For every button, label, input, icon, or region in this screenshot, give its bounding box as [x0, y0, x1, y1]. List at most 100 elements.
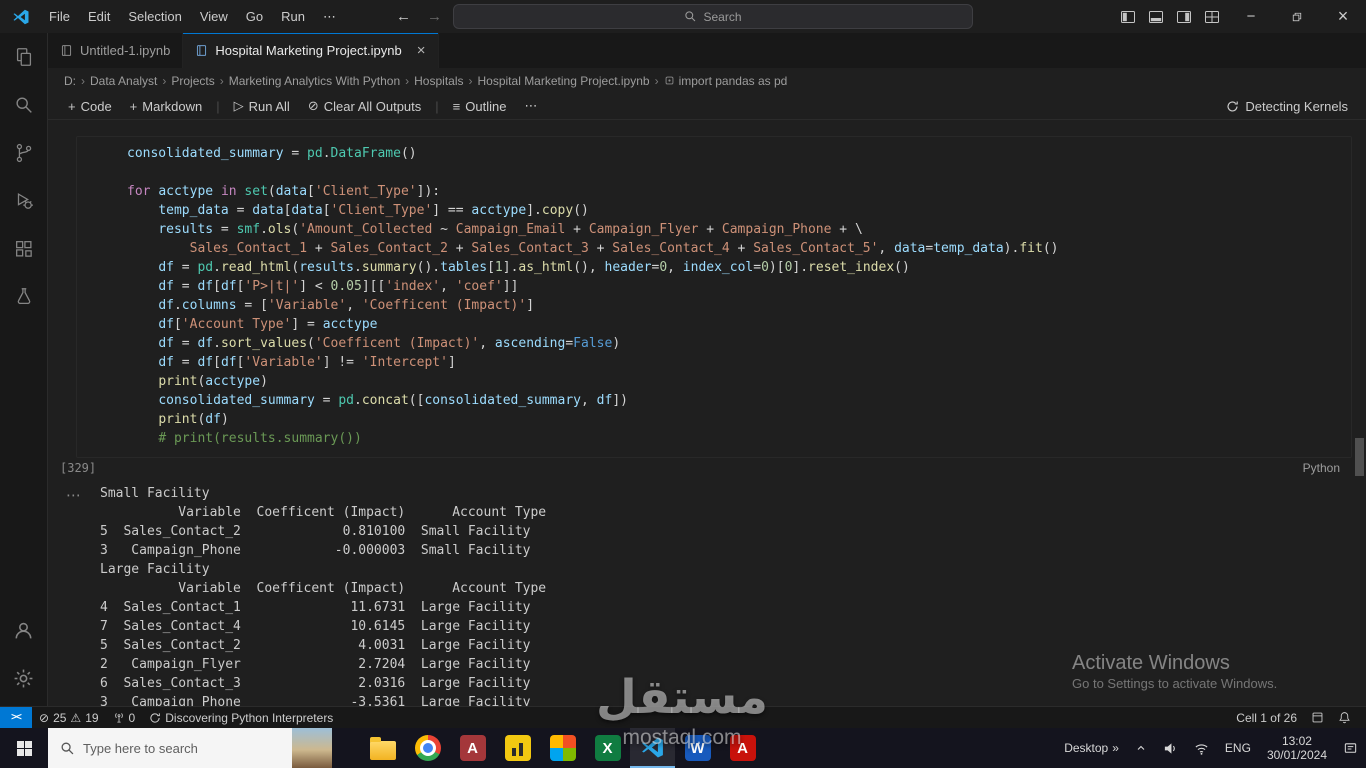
toggle-secondary-sidebar-icon[interactable] [1176, 9, 1192, 25]
menu-more[interactable]: ⋯ [314, 6, 345, 28]
powerbi-icon[interactable] [495, 728, 540, 768]
customize-layout-icon[interactable] [1204, 9, 1220, 25]
add-code-cell-button[interactable]: + Code [60, 94, 120, 118]
run-debug-icon[interactable] [0, 177, 48, 225]
breadcrumb-item[interactable]: Marketing Analytics With Python [229, 74, 400, 88]
add-markdown-cell-button[interactable]: + Markdown [122, 94, 211, 118]
menu-file[interactable]: File [40, 6, 79, 28]
forward-icon[interactable]: → [427, 8, 442, 25]
excel-icon[interactable]: X [585, 728, 630, 768]
clock[interactable]: 13:02 30/01/2024 [1259, 734, 1335, 762]
cell-position-indicator[interactable]: Cell 1 of 26 [1229, 707, 1304, 729]
menu-run[interactable]: Run [272, 6, 314, 28]
language-indicator[interactable]: ENG [1217, 728, 1259, 768]
window-controls: − × [1228, 0, 1366, 33]
ports-indicator[interactable]: 0 [106, 707, 143, 729]
breadcrumb-item[interactable]: Hospitals [414, 74, 463, 88]
output-line: Variable Coefficent (Impact) Account Typ… [100, 505, 547, 520]
remote-indicator[interactable]: >< [0, 706, 32, 729]
word-glyph: W [684, 735, 711, 761]
breadcrumb-item[interactable]: Data Analyst [90, 74, 157, 88]
colorful-app-icon[interactable] [540, 728, 585, 768]
file-explorer-icon[interactable] [360, 728, 405, 768]
hidden-icons-chevron[interactable] [1127, 728, 1155, 768]
code-line: results = smf.ols('Amount_Collected ~ Ca… [158, 222, 863, 237]
execution-count: [329] [60, 461, 97, 475]
command-center-search[interactable]: Search [453, 4, 973, 29]
testing-icon[interactable] [0, 273, 48, 321]
cell-code-editor[interactable]: consolidated_summary = pd.DataFrame() fo… [77, 137, 1351, 456]
volume-icon[interactable] [1155, 728, 1186, 768]
outline-icon: ≡ [452, 98, 461, 114]
toggle-panel-icon[interactable] [1148, 9, 1164, 25]
sync-spinner-icon [150, 712, 161, 723]
search-icon [685, 11, 696, 22]
outline-button[interactable]: ≡ Outline [445, 94, 515, 118]
output-line: Variable Coefficent (Impact) Account Typ… [100, 581, 547, 596]
breadcrumb-item[interactable]: import pandas as pd [664, 74, 787, 88]
code-cell[interactable]: consolidated_summary = pd.DataFrame() fo… [76, 136, 1352, 458]
tab-untitled-1[interactable]: Untitled-1.ipynb [48, 33, 184, 68]
taskbar-search[interactable]: Type here to search [48, 728, 332, 768]
restore-button[interactable] [1274, 0, 1320, 33]
source-control-icon[interactable] [0, 129, 48, 177]
vscode-window: File Edit Selection View Go Run ⋯ ← → Search −… [0, 0, 1366, 768]
clear-all-outputs-button[interactable]: ⊘ Clear All Outputs [300, 94, 429, 118]
account-icon[interactable] [0, 606, 48, 654]
output-line: 3 Campaign_Phone -0.000003 Small Facilit… [100, 543, 531, 558]
word-icon[interactable]: W [675, 728, 720, 768]
vscode-icon[interactable] [630, 728, 675, 768]
breadcrumb-item[interactable]: Hospital Marketing Project.ipynb [478, 74, 650, 88]
cell-language-picker[interactable]: Python [1303, 461, 1340, 475]
colorful-app-glyph [549, 735, 576, 761]
chevron-right-icon: › [654, 73, 659, 88]
vscode-logo-icon [13, 9, 29, 24]
acrobat-glyph: A [729, 735, 756, 761]
toolbar-more-button[interactable]: ⋯ [516, 94, 545, 118]
toolbar-separator: | [435, 98, 439, 114]
chevron-right-icon: › [405, 73, 410, 88]
code-line: temp_data = data[data['Client_Type'] == … [158, 203, 589, 218]
menu-view[interactable]: View [191, 6, 237, 28]
minimize-button[interactable]: − [1228, 0, 1274, 33]
search-sidebar-icon[interactable] [0, 81, 48, 129]
back-icon[interactable]: ← [396, 8, 411, 25]
cell-output: Small Facility Variable Coefficent (Impa… [100, 484, 546, 706]
python-discovery-status[interactable]: Discovering Python Interpreters [142, 707, 340, 729]
tab-hospital-marketing-project[interactable]: Hospital Marketing Project.ipynb × [183, 33, 439, 68]
output-line: 4 Sales_Contact_1 11.6731 Large Facility [100, 600, 531, 615]
action-center-icon[interactable] [1335, 728, 1366, 768]
search-highlight-image[interactable] [292, 728, 332, 768]
acrobat-icon[interactable]: A [720, 728, 765, 768]
close-icon[interactable]: × [417, 43, 426, 58]
network-icon[interactable] [1186, 728, 1217, 768]
start-button[interactable] [0, 728, 48, 768]
code-line: for acctype in set(data['Client_Type']): [127, 184, 441, 199]
editor-layout-icon[interactable] [1304, 707, 1331, 729]
status-bar-right: Cell 1 of 26 [1229, 707, 1366, 729]
access-icon[interactable]: A [450, 728, 495, 768]
remote-icon: >< [11, 712, 22, 723]
problems-indicator[interactable]: ⊘ 25 ⚠ 19 [32, 707, 106, 729]
kernel-picker[interactable]: Detecting Kernels [1226, 93, 1348, 120]
close-button[interactable]: × [1320, 0, 1366, 33]
more-icon: ⋯ [524, 98, 538, 113]
menu-go[interactable]: Go [237, 6, 272, 28]
breadcrumb-item[interactable]: Projects [171, 74, 214, 88]
output-collapse-icon[interactable]: ⋯ [66, 486, 82, 504]
menu-selection[interactable]: Selection [119, 6, 190, 28]
run-all-button[interactable]: ▷ Run All [226, 94, 298, 118]
breadcrumb-item[interactable]: D: [64, 74, 76, 88]
plus-icon: + [68, 98, 76, 114]
desktop-toolbar[interactable]: Desktop » [1056, 728, 1127, 768]
explorer-icon[interactable] [0, 33, 48, 81]
menu-edit[interactable]: Edit [79, 6, 119, 28]
bell-icon[interactable] [1331, 707, 1358, 729]
notebook-toolbar: + Code + Markdown | ▷ Run All ⊘ Clear All Ou… [48, 93, 1366, 120]
settings-gear-icon[interactable] [0, 654, 48, 702]
extensions-icon[interactable] [0, 225, 48, 273]
activity-bar-bottom [0, 606, 48, 702]
chrome-icon[interactable] [405, 728, 450, 768]
scrollbar-thumb[interactable] [1355, 438, 1364, 476]
toggle-sidebar-icon[interactable] [1120, 9, 1136, 25]
